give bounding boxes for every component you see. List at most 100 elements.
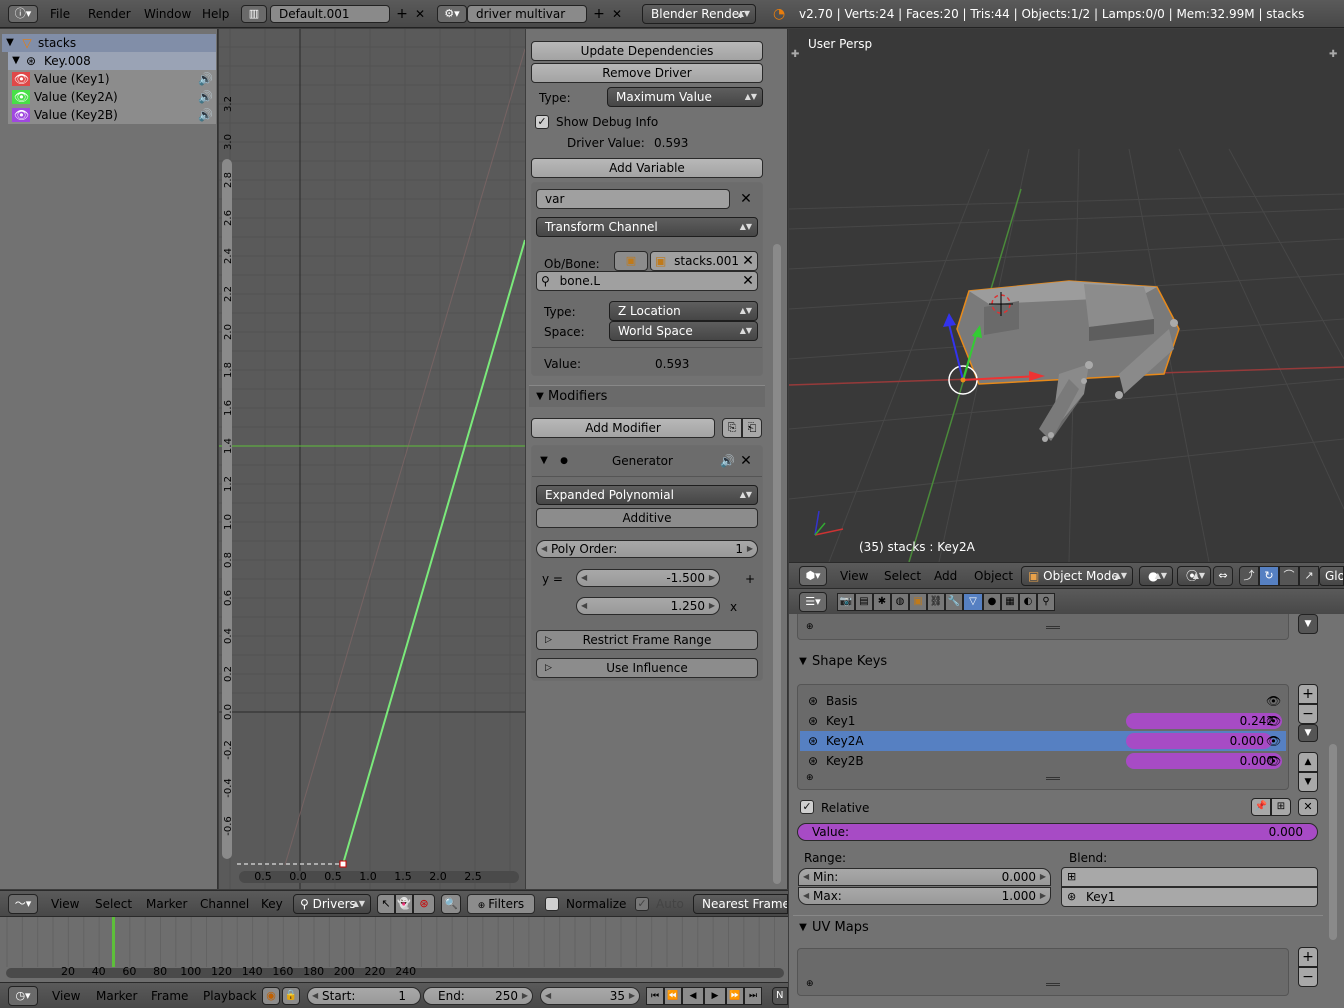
variable-type-dropdown[interactable]: Transform Channel ▲▼ <box>536 217 758 237</box>
copy-modifier-icon[interactable]: ⎘ <box>722 418 742 438</box>
driver-type-dropdown[interactable]: Maximum Value ▲▼ <box>607 87 763 107</box>
list-resize-handle[interactable] <box>1046 626 1060 629</box>
play-icon[interactable]: ▶ <box>704 987 726 1005</box>
space-dropdown[interactable]: World Space ▲▼ <box>609 321 758 341</box>
properties-scrollbar[interactable] <box>1329 744 1337 940</box>
list-add-dot-icon[interactable]: ⊕ <box>806 622 814 632</box>
graph-menu-channel[interactable]: Channel <box>200 893 249 915</box>
driver-graph[interactable] <box>219 29 525 889</box>
relative-checkbox[interactable]: ✓ <box>800 800 814 814</box>
viewport-menu-add[interactable]: Add <box>934 565 957 587</box>
active-dot-icon[interactable]: ● <box>558 453 570 469</box>
eye-icon[interactable]: 👁 <box>14 107 29 123</box>
shape-key-row-basis[interactable]: ⊛ Basis 👁 <box>800 691 1286 711</box>
increment-arrow-icon[interactable]: ▶ <box>1040 869 1046 885</box>
decrement-arrow-icon[interactable]: ◀ <box>541 541 547 557</box>
increment-arrow-icon[interactable]: ▶ <box>522 988 528 1004</box>
add-variable-button[interactable]: Add Variable <box>531 158 763 178</box>
eye-icon[interactable]: 👁 <box>1266 713 1281 729</box>
poly-order-field[interactable]: ◀ Poly Order: 1 ▶ <box>536 540 758 558</box>
search-icon[interactable]: 🔍 <box>441 894 461 914</box>
shape-key-row-key1[interactable]: ⊛ Key1 0.242 👁 <box>800 711 1286 731</box>
constraints-context-icon[interactable]: ⛓ <box>927 593 945 611</box>
bone-field[interactable]: ⚲ bone.L <box>536 271 758 291</box>
bone-context-icon[interactable]: ⚲ <box>1037 593 1055 611</box>
channel-object-row[interactable]: ▼ ▽ stacks <box>2 34 216 52</box>
shape-key-value-slider[interactable]: 0.000 <box>1126 753 1282 769</box>
scale-manipulator-icon[interactable]: ⌒ <box>1279 566 1299 586</box>
shape-key-row-key2b[interactable]: ⊛ Key2B 0.000 👁 <box>800 751 1286 771</box>
next-keyframe-icon[interactable]: ⏩ <box>726 987 744 1005</box>
edit-mode-icon[interactable]: ⊞ <box>1271 798 1291 816</box>
list-resize-handle[interactable] <box>1046 983 1060 986</box>
pivot-point-dropdown[interactable]: ⦿ ▲▼ <box>1177 566 1211 586</box>
object-type-selector[interactable]: ▣ <box>614 251 648 271</box>
shape-key-row-key2a[interactable]: ⊛ Key2A 0.000 👁 <box>800 731 1286 751</box>
sync-mode-dropdown[interactable]: N <box>772 987 788 1005</box>
filters-button[interactable]: ⊕ Filters <box>467 894 535 914</box>
clear-weights-icon[interactable]: ✕ <box>1298 798 1318 816</box>
remove-uv-map-button[interactable]: − <box>1298 967 1318 987</box>
jump-start-icon[interactable]: ⏮ <box>646 987 664 1005</box>
menu-window[interactable]: Window <box>144 3 191 25</box>
eye-icon[interactable]: 👁 <box>1266 753 1281 769</box>
range-min-field[interactable]: ◀ Min: 0.000 ▶ <box>798 868 1051 886</box>
add-shape-key-button[interactable]: + <box>1298 684 1318 704</box>
decrement-arrow-icon[interactable]: ◀ <box>581 598 587 614</box>
record-keying-icon[interactable]: ◉ <box>262 987 280 1005</box>
material-context-icon[interactable]: ● <box>983 593 1001 611</box>
range-max-field[interactable]: ◀ Max: 1.000 ▶ <box>798 887 1051 905</box>
world-context-icon[interactable]: ◍ <box>891 593 909 611</box>
panel-scrollbar[interactable] <box>773 244 781 884</box>
vertex-group-field[interactable]: ⊞ <box>1061 867 1318 887</box>
viewport-corner-plus-icon[interactable]: ✚ <box>791 49 799 60</box>
add-layout-icon[interactable]: + <box>394 5 410 23</box>
editor-type-info-button[interactable]: ⓘ▾ <box>8 5 38 23</box>
expand-triangle-icon[interactable]: ▼ <box>10 53 22 69</box>
list-add-dot-icon[interactable]: ⊕ <box>806 979 814 989</box>
menu-render[interactable]: Render <box>88 3 131 25</box>
increment-arrow-icon[interactable]: ▶ <box>747 541 753 557</box>
viewport-menu-object[interactable]: Object <box>974 565 1013 587</box>
add-uv-map-button[interactable]: + <box>1298 947 1318 967</box>
timeline-menu-view[interactable]: View <box>52 985 80 1007</box>
remove-scene-icon[interactable]: ✕ <box>609 5 625 23</box>
show-debug-checkbox[interactable]: ✓ <box>535 115 549 129</box>
graph-region[interactable]: 3.2 3.0 2.8 2.6 2.4 2.2 2.0 1.8 1.6 1.4 1.2 1.0 0.8 0… <box>219 29 525 889</box>
list-menu-button[interactable]: ▼ <box>1298 614 1318 634</box>
eye-icon[interactable]: 👁 <box>14 89 29 105</box>
decrement-arrow-icon[interactable]: ◀ <box>803 888 809 904</box>
data-context-icon[interactable]: ▽ <box>963 593 983 611</box>
interaction-mode-dropdown[interactable]: ▣ Object Mode ▲▼ <box>1021 566 1133 586</box>
translate-manipulator-icon[interactable]: ⤴ <box>1239 566 1259 586</box>
only-errors-icon[interactable]: ⊛ <box>413 894 435 914</box>
editor-type-properties-icon[interactable]: ☰▾ <box>799 592 827 612</box>
editor-type-graph-icon[interactable]: 〜▾ <box>8 894 38 914</box>
collapse-triangle-icon[interactable]: ▼ <box>797 654 809 670</box>
timeline-menu-marker[interactable]: Marker <box>96 985 137 1007</box>
list-resize-handle[interactable] <box>1046 777 1060 780</box>
transform-orientation-dropdown[interactable]: Glo <box>1319 566 1344 586</box>
channel-row-key2b[interactable]: 👁 Value (Key2B) 🔊 <box>8 106 216 124</box>
remove-variable-icon[interactable]: ✕ <box>738 191 754 207</box>
menu-file[interactable]: File <box>50 3 70 25</box>
shape-key-value-field[interactable]: Value: 0.000 <box>797 823 1318 841</box>
viewport-menu-view[interactable]: View <box>840 565 868 587</box>
channel-row-key1[interactable]: 👁 Value (Key1) 🔊 <box>8 70 216 88</box>
graph-menu-marker[interactable]: Marker <box>146 893 187 915</box>
channel-row-key2a[interactable]: 👁 Value (Key2A) 🔊 <box>8 88 216 106</box>
manipulator-toggle-icon[interactable]: ⇔ <box>1213 566 1233 586</box>
decrement-arrow-icon[interactable]: ◀ <box>803 869 809 885</box>
clear-object-icon[interactable]: ✕ <box>740 253 756 269</box>
lock-icon[interactable]: 🔒 <box>282 987 300 1005</box>
graph-menu-key[interactable]: Key <box>261 893 283 915</box>
use-influence-button[interactable]: ▷ Use Influence <box>536 658 758 678</box>
eye-icon[interactable]: 👁 <box>1266 693 1281 709</box>
timeline-menu-playback[interactable]: Playback <box>203 985 257 1007</box>
speaker-icon[interactable]: 🔊 <box>198 71 213 87</box>
clear-bone-icon[interactable]: ✕ <box>740 273 756 289</box>
decrement-arrow-icon[interactable]: ◀ <box>581 570 587 586</box>
normalize-checkbox[interactable] <box>545 897 559 911</box>
menu-help[interactable]: Help <box>202 3 229 25</box>
scene-icon[interactable]: ⚙▾ <box>437 5 467 23</box>
